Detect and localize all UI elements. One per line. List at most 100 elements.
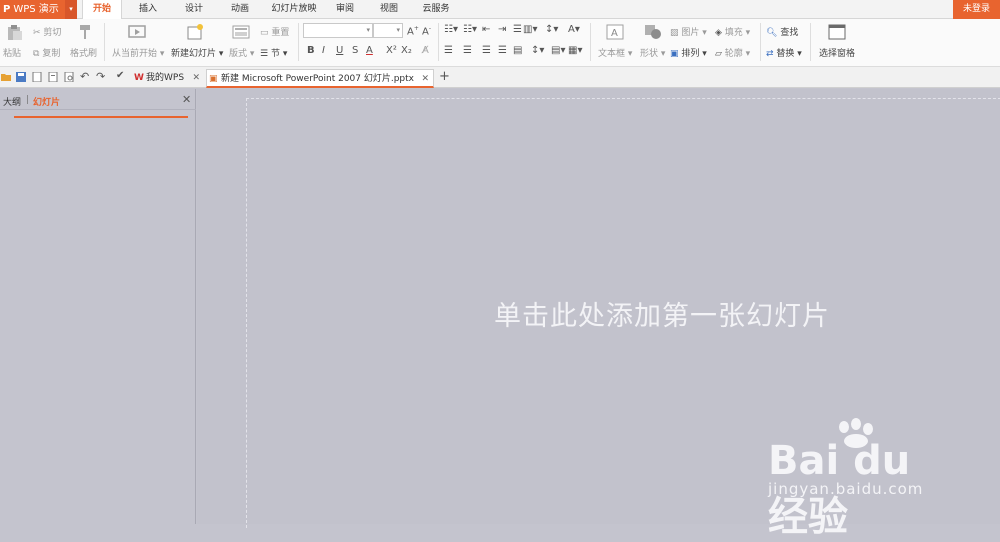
close-icon[interactable]: ✕ [182,93,191,106]
underline-button[interactable]: U [336,45,343,56]
play-from-current-icon[interactable] [128,24,146,40]
reset-button[interactable]: ▭ 重置 [260,25,289,38]
section-button[interactable]: ☰ 节 ▾ [260,46,287,59]
print-icon[interactable] [48,72,58,82]
bold-button[interactable]: B [307,45,315,56]
subscript-button[interactable]: X₂ [401,45,412,56]
italic-button[interactable]: I [322,45,325,56]
shape-button[interactable]: 形状 ▾ [640,46,665,59]
format-painter-label[interactable]: 格式刷 [70,46,97,59]
save-icon[interactable] [16,72,26,82]
distributed-icon[interactable]: ▤ [513,45,522,56]
picture-button[interactable]: ▨ 图片 ▾ [670,25,707,38]
tab-divider: | [26,95,30,105]
tab-my-wps[interactable]: W 我的WPS ✕ [132,69,204,88]
tab-cloud-service[interactable]: 云服务 [416,0,456,19]
shadow-button[interactable]: S [352,45,358,56]
tab-view[interactable]: 视图 [374,0,404,19]
chevron-down-icon[interactable]: ▾ [65,0,77,19]
font-name-select[interactable]: ▾ [303,23,373,38]
tab-animation[interactable]: 动画 [222,0,258,19]
new-slide-icon[interactable] [186,24,204,40]
line-spacing-icon[interactable]: ☰ [513,24,522,35]
reset-label: 重置 [271,28,290,38]
add-first-slide-placeholder[interactable]: 单击此处添加第一张幻灯片 [494,294,830,333]
tab-design[interactable]: 设计 [176,0,212,19]
find-button[interactable]: 🔍︎ 查找 [766,25,798,38]
watermark-url: jingyan.baidu.com [768,480,924,498]
font-size-select[interactable]: ▾ [373,23,403,38]
pptx-file-icon: ▣ [209,74,218,84]
numbered-list-icon[interactable]: ☷▾ [463,24,477,35]
tab-insert[interactable]: 插入 [130,0,166,19]
ribbon-toolbar: 粘贴 ✂ 剪切 ⧉ 复制 格式刷 从当前开始 ▾ 新建幻灯片 ▾ 版式 ▾ ▭ … [0,19,1000,67]
bullet-list-icon[interactable]: ☷▾ [444,24,458,35]
preview-icon[interactable] [64,72,74,82]
outline-label: 轮廓 [724,49,743,59]
app-menu-button[interactable]: P WPS 演示 ▾ [0,0,77,19]
textbox-icon[interactable]: A [606,24,624,40]
open-folder-icon[interactable] [1,72,11,82]
redo-icon[interactable]: ↷ [96,70,105,83]
fill-label: 填充 [724,28,743,38]
tab-slideshow[interactable]: 幻灯片放映 [264,0,324,19]
close-icon[interactable]: ✕ [192,69,200,87]
pin-icon[interactable]: ✔ [116,70,124,81]
align-center-icon[interactable]: ☰ [463,45,472,56]
wps-logo-icon: W [134,73,144,83]
close-icon[interactable]: ✕ [421,70,429,88]
wps-logo-icon: P [3,4,11,15]
cut-button[interactable]: ✂ 剪切 [33,25,61,38]
superscript-button[interactable]: X² [386,45,397,56]
layout-button[interactable]: 版式 ▾ [229,46,254,59]
new-slide-button[interactable]: 新建幻灯片 ▾ [171,46,223,59]
outdent-icon[interactable]: ⇤ [482,24,490,35]
tab-presentation-label: 新建 Microsoft PowerPoint 2007 幻灯片.pptx [221,74,415,84]
paragraph-spacing-icon[interactable]: ↕▾ [531,45,544,56]
clear-format-icon[interactable]: A̸ [422,45,429,56]
paragraph-icon[interactable]: ▤▾ [551,45,565,56]
layout-icon[interactable] [232,24,250,40]
undo-icon[interactable]: ↶ [80,70,89,83]
align-left-icon[interactable]: ☰ [444,45,453,56]
shape-icon[interactable] [644,24,662,40]
picture-label: 图片 [681,28,700,38]
outline-button[interactable]: ▱ 轮廓 ▾ [715,46,750,59]
chevron-down-icon: ▾ [366,26,370,34]
fill-button[interactable]: ◈ 填充 ▾ [715,25,750,38]
justify-icon[interactable]: ☰ [498,45,507,56]
indent-icon[interactable]: ⇥ [498,24,506,35]
svg-text:A: A [611,28,618,39]
align-right-icon[interactable]: ☰ [482,45,491,56]
scissors-icon: ✂ [33,28,41,38]
export-icon[interactable] [32,72,42,82]
selection-pane-button[interactable]: 选择窗格 [819,46,855,59]
text-align-icon[interactable]: A▾ [568,24,580,35]
tab-presentation-file[interactable]: ▣ 新建 Microsoft PowerPoint 2007 幻灯片.pptx … [206,69,434,88]
textbox-button[interactable]: 文本框 ▾ [598,46,632,59]
paste-icon[interactable] [6,25,24,41]
selection-pane-icon[interactable] [828,24,846,40]
tab-review[interactable]: 审阅 [330,0,360,19]
tab-home[interactable]: 开始 [82,0,122,20]
smartart-icon[interactable]: ▦▾ [568,45,582,56]
text-direction-icon[interactable]: ↕▾ [545,24,558,35]
copy-label: 复制 [42,49,61,59]
decrease-font-icon[interactable]: A- [422,25,431,37]
format-painter-icon[interactable] [76,24,94,40]
play-from-current-label[interactable]: 从当前开始 ▾ [112,46,164,59]
slide-insert-marker [14,116,188,118]
font-color-button[interactable]: A [366,45,373,56]
replace-button[interactable]: ⇄ 替换 ▾ [766,46,802,59]
outline-icon: ▱ [715,49,722,59]
columns-icon[interactable]: ▥▾ [523,24,537,35]
paste-label[interactable]: 粘贴 [3,46,21,59]
copy-button[interactable]: ⧉ 复制 [33,46,60,59]
tab-slides[interactable]: 幻灯片 [33,95,60,108]
arrange-button[interactable]: ▣ 排列 ▾ [670,46,707,59]
tab-outline[interactable]: 大纲 [3,95,21,108]
section-icon: ☰ [260,49,269,59]
increase-font-icon[interactable]: A+ [407,25,419,37]
new-tab-plus-icon[interactable]: + [439,69,450,84]
login-button[interactable]: 未登录 [953,0,1000,19]
